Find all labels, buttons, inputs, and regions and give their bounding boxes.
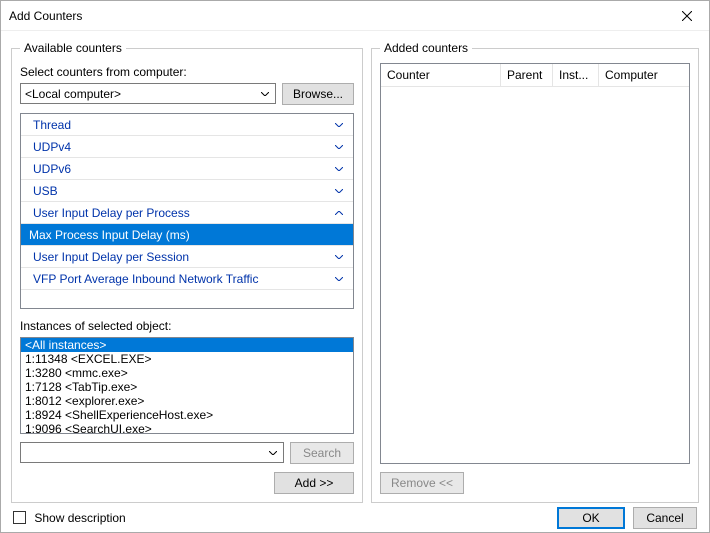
counter-item-label: User Input Delay per Process <box>33 206 335 220</box>
th-parent[interactable]: Parent <box>501 64 553 87</box>
instance-item[interactable]: 1:9096 <SearchUI.exe> <box>21 422 353 434</box>
titlebar: Add Counters <box>1 1 709 31</box>
instance-item[interactable]: 1:3280 <mmc.exe> <box>21 366 353 380</box>
select-computer-label: Select counters from computer: <box>20 65 354 79</box>
instance-item[interactable]: <All instances> <box>21 338 353 352</box>
add-button[interactable]: Add >> <box>274 472 354 494</box>
counter-item-label: User Input Delay per Session <box>33 250 335 264</box>
add-row: Add >> <box>20 472 354 494</box>
search-button[interactable]: Search <box>290 442 354 464</box>
counter-item[interactable]: UDPv4 <box>21 136 353 158</box>
counter-item-label: UDPv6 <box>33 162 335 176</box>
window-title: Add Counters <box>9 9 664 23</box>
dialog-content: Available counters Select counters from … <box>1 31 709 503</box>
chevron-down-icon[interactable] <box>335 189 347 193</box>
show-description-checkbox[interactable] <box>13 511 26 524</box>
counter-list[interactable]: Thread UDPv4 UDPv6 USB User Input Delay per … <box>20 113 354 309</box>
close-icon <box>682 11 692 21</box>
counter-item[interactable]: User Input Delay per Session <box>21 246 353 268</box>
chevron-down-icon[interactable] <box>335 167 347 171</box>
instance-item[interactable]: 1:11348 <EXCEL.EXE> <box>21 352 353 366</box>
show-description-label: Show description <box>34 511 125 525</box>
added-counters-legend: Added counters <box>380 41 472 55</box>
counter-item-label: USB <box>33 184 335 198</box>
th-counter[interactable]: Counter <box>381 64 501 87</box>
th-computer[interactable]: Computer <box>599 64 689 87</box>
computer-combo[interactable]: <Local computer> <box>20 83 276 104</box>
instance-item[interactable]: 1:8924 <ShellExperienceHost.exe> <box>21 408 353 422</box>
added-counters-table[interactable]: Counter Parent Inst... Computer <box>380 63 690 464</box>
chevron-down-icon <box>257 86 273 101</box>
cancel-button[interactable]: Cancel <box>633 507 697 529</box>
close-button[interactable] <box>664 1 709 31</box>
remove-row: Remove << <box>380 472 690 494</box>
instances-label: Instances of selected object: <box>20 319 354 333</box>
add-counters-dialog: Add Counters Available counters Select c… <box>0 0 710 533</box>
ok-button[interactable]: OK <box>557 507 625 529</box>
counter-item-label: Max Process Input Delay (ms) <box>29 228 347 242</box>
counter-item[interactable]: User Input Delay per Process <box>21 202 353 224</box>
counter-item[interactable]: Max Process Input Delay (ms) <box>21 224 353 246</box>
chevron-down-icon[interactable] <box>335 145 347 149</box>
instance-item[interactable]: 1:7128 <TabTip.exe> <box>21 380 353 394</box>
show-description-label-wrap[interactable]: Show description <box>13 511 126 525</box>
counter-item-label: Thread <box>33 118 335 132</box>
counter-item[interactable]: Thread <box>21 114 353 136</box>
chevron-down-icon[interactable] <box>335 123 347 127</box>
computer-combo-value: <Local computer> <box>25 87 121 101</box>
remove-button[interactable]: Remove << <box>380 472 464 494</box>
chevron-down-icon[interactable] <box>335 277 347 281</box>
available-counters-group: Available counters Select counters from … <box>11 41 363 503</box>
instances-list[interactable]: <All instances>1:11348 <EXCEL.EXE>1:3280… <box>20 337 354 434</box>
counter-item[interactable]: USB <box>21 180 353 202</box>
counter-item-label: VFP Port Average Inbound Network Traffic <box>33 272 335 286</box>
computer-row: <Local computer> Browse... <box>20 83 354 105</box>
browse-button[interactable]: Browse... <box>282 83 354 105</box>
chevron-down-icon <box>265 445 281 460</box>
instance-item[interactable]: 1:8012 <explorer.exe> <box>21 394 353 408</box>
counter-item-label: UDPv4 <box>33 140 335 154</box>
instance-search-combo[interactable] <box>20 442 284 463</box>
added-counters-group: Added counters Counter Parent Inst... Co… <box>371 41 699 503</box>
search-row: Search <box>20 442 354 464</box>
chevron-up-icon[interactable] <box>335 211 347 215</box>
dialog-footer: Show description OK Cancel <box>1 503 709 532</box>
counter-item[interactable]: UDPv6 <box>21 158 353 180</box>
chevron-down-icon[interactable] <box>335 255 347 259</box>
th-inst[interactable]: Inst... <box>553 64 599 87</box>
table-header-row: Counter Parent Inst... Computer <box>381 64 689 87</box>
counter-item[interactable]: VFP Port Average Inbound Network Traffic <box>21 268 353 290</box>
available-counters-legend: Available counters <box>20 41 126 55</box>
